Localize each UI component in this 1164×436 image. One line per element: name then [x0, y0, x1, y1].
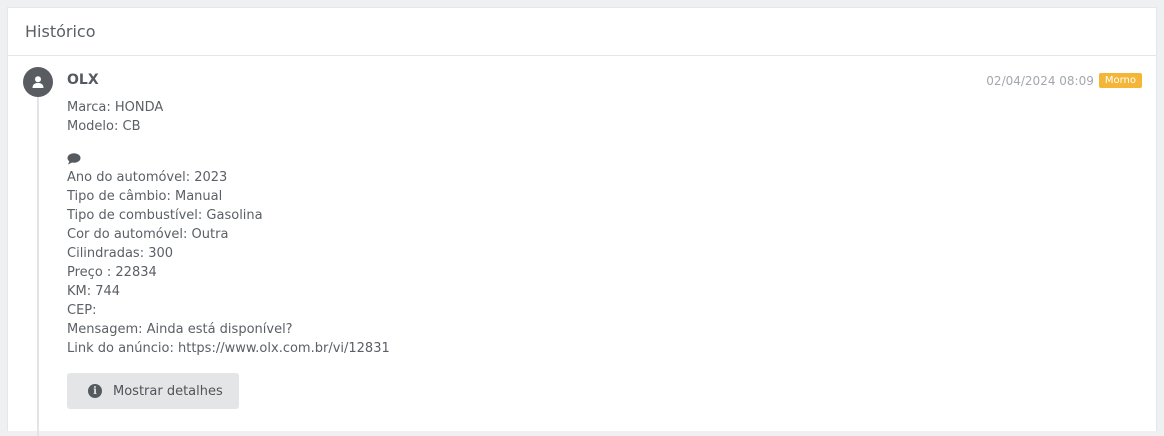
- entry-meta: 02/04/2024 08:09 Morno: [986, 73, 1142, 88]
- detail-km: KM: 744: [67, 284, 121, 299]
- entry-body: Marca: HONDA Modelo: CB Ano do automóvel…: [67, 98, 390, 358]
- detail-ad-link: Link do anúncio: https://www.olx.com.br/…: [67, 341, 390, 356]
- timeline: OLX 02/04/2024 08:09 Morno Marca: HONDA …: [8, 56, 1156, 436]
- detail-transmission: Tipo de câmbio: Manual: [67, 189, 223, 204]
- entry-source: OLX: [67, 72, 99, 88]
- timeline-line: [37, 76, 39, 436]
- info-icon: i: [88, 384, 102, 398]
- panel-title: Histórico: [25, 22, 96, 41]
- user-avatar-icon: [23, 67, 53, 97]
- detail-cep: CEP:: [67, 303, 97, 318]
- comment-icon: [67, 149, 390, 166]
- history-panel: Histórico OLX 02/04/2024 08:09 Morno Mar…: [7, 7, 1157, 436]
- panel-header: Histórico: [8, 8, 1156, 56]
- detail-price: Preço : 22834: [67, 265, 157, 280]
- detail-year: Ano do automóvel: 2023: [67, 170, 228, 185]
- detail-message: Mensagem: Ainda está disponível?: [67, 322, 293, 337]
- show-details-button[interactable]: i Mostrar detalhes: [67, 373, 239, 409]
- status-badge: Morno: [1098, 73, 1142, 88]
- detail-displacement: Cilindradas: 300: [67, 246, 174, 261]
- detail-color: Cor do automóvel: Outra: [67, 227, 229, 242]
- detail-fuel: Tipo de combustível: Gasolina: [67, 208, 263, 223]
- summary-brand: Marca: HONDA: [67, 100, 164, 115]
- show-details-label: Mostrar detalhes: [113, 383, 223, 399]
- entry-date: 02/04/2024 08:09: [986, 73, 1094, 88]
- summary-model: Modelo: CB: [67, 119, 141, 134]
